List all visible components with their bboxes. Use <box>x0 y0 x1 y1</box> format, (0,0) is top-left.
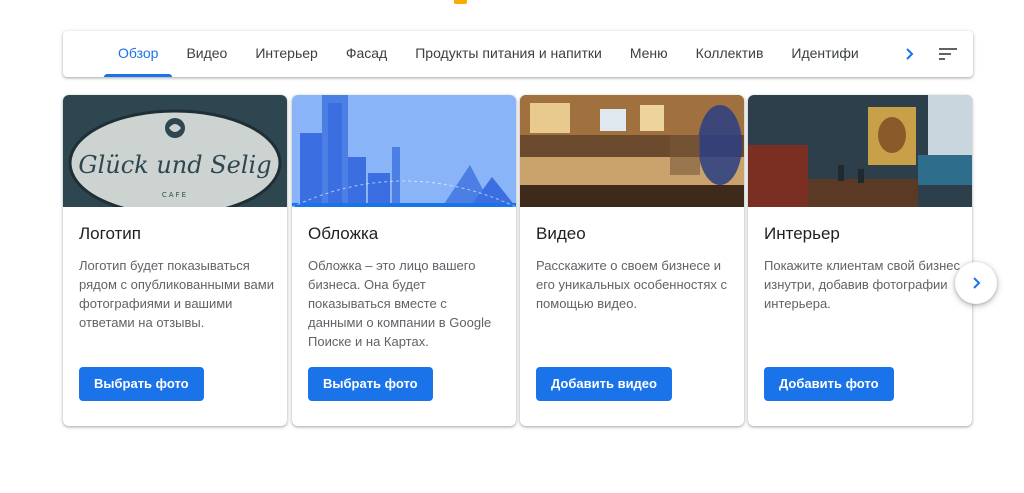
tab-exterior[interactable]: Фасад <box>332 31 401 77</box>
tab-video[interactable]: Видео <box>172 31 241 77</box>
card-description: Покажите клиентам свой бизнес изнутри, д… <box>764 258 961 311</box>
choose-photo-button[interactable]: Выбрать фото <box>308 367 433 401</box>
video-card: Видео Расскажите о своем бизнесе и его у… <box>520 95 744 426</box>
interior-card: Интерьер Покажите клиентам свой бизнес и… <box>748 95 972 426</box>
add-photo-button[interactable]: Добавить фото <box>764 367 894 401</box>
card-title: Интерьер <box>764 224 840 243</box>
svg-text:CAFE: CAFE <box>162 191 188 199</box>
tabs-scroll-right-button[interactable] <box>897 42 921 66</box>
card-title: Обложка <box>308 224 379 243</box>
carousel-next-button[interactable] <box>955 262 997 304</box>
tab-interior[interactable]: Интерьер <box>241 31 332 77</box>
choose-photo-button[interactable]: Выбрать фото <box>79 367 204 401</box>
card-description: Расскажите о своем бизнесе и его уникаль… <box>536 258 727 311</box>
logo-photo: Glück und Selig CAFE <box>63 95 287 207</box>
tab-menu[interactable]: Меню <box>616 31 682 77</box>
tab-food-drinks[interactable]: Продукты питания и напитки <box>401 31 616 77</box>
chevron-right-icon <box>973 277 981 289</box>
photo-category-tabbar: Обзор Видео Интерьер Фасад Продукты питания … <box>63 31 973 77</box>
cover-illustration <box>292 95 516 207</box>
card-description: Логотип будет показываться рядом с опубл… <box>79 258 274 330</box>
sort-filter-button[interactable] <box>936 42 960 66</box>
card-title: Логотип <box>79 224 142 243</box>
top-progress-marker <box>454 0 467 4</box>
card-description: Обложка – это лицо вашего бизнеса. Она б… <box>308 258 492 349</box>
card-title: Видео <box>536 224 586 243</box>
svg-text:Glück und Selig: Glück und Selig <box>78 151 271 179</box>
tab-overview[interactable]: Обзор <box>104 31 173 77</box>
tab-list: Обзор Видео Интерьер Фасад Продукты питания … <box>104 31 894 77</box>
chevron-right-icon <box>906 48 914 60</box>
video-cafe-photo <box>520 95 744 207</box>
sort-icon <box>939 48 957 60</box>
tab-team[interactable]: Коллектив <box>682 31 778 77</box>
logo-card: Glück und Selig CAFE Логотип Логотип буд… <box>63 95 287 426</box>
cover-card: Обложка Обложка – это лицо вашего бизнес… <box>292 95 516 426</box>
interior-photo <box>748 95 972 207</box>
add-video-button[interactable]: Добавить видео <box>536 367 672 401</box>
tab-identity[interactable]: Идентифи <box>777 31 872 77</box>
